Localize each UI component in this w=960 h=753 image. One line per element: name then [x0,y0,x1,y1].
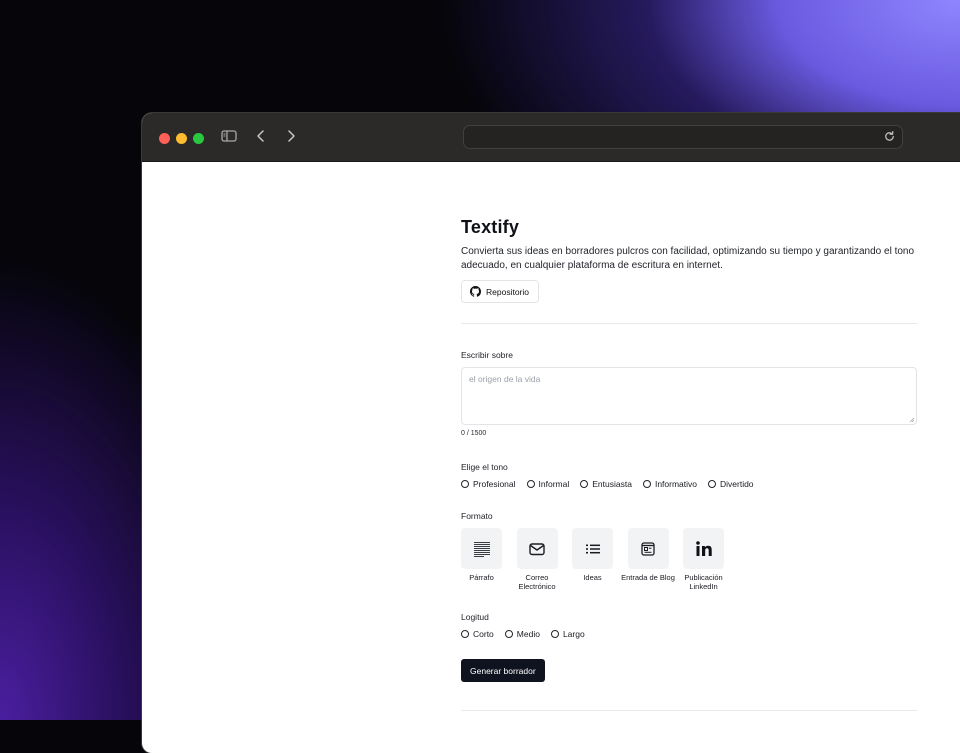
radio-circle[interactable] [461,480,469,488]
forward-icon[interactable] [282,127,300,145]
tone-option-informal[interactable]: Informal [526,479,570,489]
format-tile[interactable] [461,528,502,569]
length-option-label: Medio [516,629,540,639]
github-icon [470,286,481,297]
tone-option-label: Informal [538,479,570,489]
format-option-blog[interactable]: Entrada de Blog [621,528,675,591]
radio-circle[interactable] [580,480,589,488]
tone-option-profesional[interactable]: Profesional [461,479,516,489]
tone-option-divertido[interactable]: Divertido [708,479,754,489]
paragraph-icon [473,541,490,557]
length-option-medio[interactable]: Medio [504,629,540,639]
tone-option-entusiasta[interactable]: Entusiasta [580,479,632,489]
format-option-paragraph[interactable]: Párrafo [461,528,502,591]
length-option-largo[interactable]: Largo [550,629,585,639]
format-tile[interactable] [516,528,558,569]
header-divider [461,323,917,324]
close-window-button[interactable] [159,133,170,144]
radio-circle[interactable] [642,480,651,488]
length-label: Logitud [461,612,489,622]
radio-circle[interactable] [708,480,716,488]
format-option-label: Correo Electrónico [518,573,556,591]
format-options: Párrafo Correo Electrónico Ideas Entrada… [461,528,739,591]
topic-placeholder: el origen de la vida [469,374,541,384]
radio-circle[interactable] [461,630,469,638]
format-option-linkedin[interactable]: Publicación LinkedIn [683,528,724,591]
footer-divider [461,710,917,711]
blog-icon [641,541,655,556]
character-counter: 0 / 1500 [461,430,487,437]
reload-icon[interactable] [883,130,896,143]
radio-circle[interactable] [526,480,535,488]
format-tile[interactable] [683,528,724,569]
length-radio-group: Corto Medio Largo [461,629,596,639]
tone-option-informativo[interactable]: Informativo [642,479,697,489]
format-option-label: Ideas [583,573,602,582]
resize-handle-icon[interactable] [909,417,915,423]
minimize-window-button[interactable] [176,133,187,144]
linkedin-icon [695,540,712,556]
generate-draft-button[interactable]: Generar borrador [461,659,545,682]
format-option-label: Entrada de Blog [621,573,675,582]
browser-window: Textify Convierta sus ideas en borradore… [142,113,960,753]
tone-label: Elige el tono [461,462,508,472]
radio-circle[interactable] [504,630,513,638]
topic-label: Escribir sobre [461,350,513,360]
topic-textarea[interactable]: el origen de la vida [461,367,917,425]
back-icon[interactable] [252,127,270,145]
format-tile[interactable] [627,528,669,569]
tone-option-label: Informativo [654,479,697,489]
tone-radio-group: Profesional Informal Entusiasta Informat… [461,479,765,489]
mail-icon [529,542,545,555]
address-bar[interactable] [463,125,903,149]
sidebar-toggle-icon[interactable] [220,127,238,145]
tone-option-label: Divertido [720,479,754,489]
format-option-label: Publicación LinkedIn [684,573,723,591]
list-icon [585,544,600,553]
format-option-ideas[interactable]: Ideas [572,528,613,591]
tone-option-label: Profesional [473,479,516,489]
browser-toolbar [142,113,960,162]
format-tile[interactable] [572,528,613,569]
page-title: Textify [461,217,520,237]
page-description: Convierta sus ideas en borradores pulcro… [461,246,915,271]
zoom-window-button[interactable] [193,133,204,144]
repository-button-label: Repositorio [486,286,529,297]
length-option-corto[interactable]: Corto [461,629,494,639]
repository-button[interactable]: Repositorio [461,280,539,303]
length-option-label: Largo [562,629,585,639]
radio-circle[interactable] [550,630,559,638]
format-option-label: Párrafo [469,573,494,582]
length-option-label: Corto [473,629,494,639]
format-option-email[interactable]: Correo Electrónico [516,528,558,591]
format-label: Formato [461,511,493,521]
tone-option-label: Entusiasta [592,479,632,489]
